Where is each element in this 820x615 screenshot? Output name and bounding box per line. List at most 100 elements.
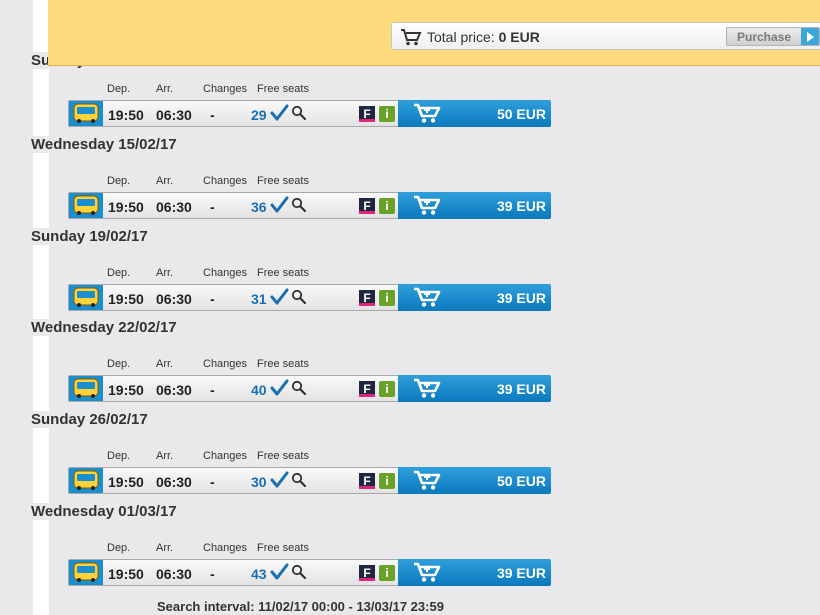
trip-price: 39 EUR: [496, 198, 546, 214]
arrival-time: 06:30: [156, 474, 192, 490]
departure-time: 19:50: [108, 199, 144, 215]
info-icon[interactable]: i: [379, 565, 395, 581]
trip-row[interactable]: 19:50 06:30 - 31 F i 39 EUR: [68, 284, 551, 311]
bus-icon: [69, 285, 103, 310]
cart-icon: [414, 103, 441, 123]
info-icon[interactable]: i: [379, 198, 395, 214]
cart-icon: [414, 562, 441, 582]
trip-price: 50 EUR: [496, 106, 546, 122]
arrival-time: 06:30: [156, 199, 192, 215]
col-dep-label: Dep.: [107, 450, 131, 462]
trip-price: 50 EUR: [496, 473, 546, 489]
arrow-right-icon: [801, 28, 819, 45]
arrival-time: 06:30: [156, 566, 192, 582]
col-arr-label: Arr.: [156, 83, 174, 95]
add-to-cart-button[interactable]: 50 EUR: [398, 467, 551, 494]
trip-price: 39 EUR: [496, 290, 546, 306]
departure-time: 19:50: [108, 566, 144, 582]
total-price: Total price: 0 EUR: [427, 29, 540, 45]
departure-time: 19:50: [108, 382, 144, 398]
search-icon[interactable]: [291, 564, 306, 579]
f-icon[interactable]: F: [359, 106, 375, 122]
info-icon[interactable]: i: [379, 106, 395, 122]
col-changes-label: Changes: [203, 450, 248, 462]
cart-icon: [414, 470, 441, 490]
add-to-cart-button[interactable]: 39 EUR: [398, 192, 551, 219]
col-dep-label: Dep.: [107, 358, 131, 370]
changes-value: -: [210, 566, 215, 582]
col-changes-label: Changes: [203, 267, 248, 279]
free-seats-value: 43: [251, 566, 267, 582]
f-icon[interactable]: F: [359, 381, 375, 397]
col-dep-label: Dep.: [107, 542, 131, 554]
col-seats-label: Free seats: [257, 83, 309, 95]
check-icon: [270, 288, 289, 305]
col-changes-label: Changes: [203, 175, 248, 187]
bus-icon: [69, 560, 103, 585]
trip-row[interactable]: 19:50 06:30 - 36 F i 39 EUR: [68, 192, 551, 219]
total-price-box: Total price: 0 EUR Purchase: [391, 22, 820, 50]
col-dep-label: Dep.: [107, 175, 131, 187]
departure-time: 19:50: [108, 291, 144, 307]
search-icon[interactable]: [291, 472, 306, 487]
search-icon[interactable]: [291, 380, 306, 395]
add-to-cart-button[interactable]: 39 EUR: [398, 284, 551, 311]
trip-row[interactable]: 19:50 06:30 - 43 F i 39 EUR: [68, 559, 551, 586]
add-to-cart-button[interactable]: 39 EUR: [398, 559, 551, 586]
date-heading: Wednesday 01/03/17: [31, 503, 181, 520]
changes-value: -: [210, 291, 215, 307]
arrival-time: 06:30: [156, 382, 192, 398]
col-seats-label: Free seats: [257, 450, 309, 462]
changes-value: -: [210, 382, 215, 398]
col-changes-label: Changes: [203, 358, 248, 370]
check-icon: [270, 196, 289, 213]
f-icon[interactable]: F: [359, 198, 375, 214]
col-seats-label: Free seats: [257, 267, 309, 279]
info-icon[interactable]: i: [379, 473, 395, 489]
purchase-label: Purchase: [737, 30, 792, 44]
trip-row[interactable]: 19:50 06:30 - 30 F i 50 EUR: [68, 467, 551, 494]
f-icon[interactable]: F: [359, 473, 375, 489]
col-seats-label: Free seats: [257, 542, 309, 554]
search-interval: Search interval: 11/02/17 00:00 - 13/03/…: [157, 599, 444, 614]
info-icon[interactable]: i: [379, 381, 395, 397]
col-arr-label: Arr.: [156, 450, 174, 462]
col-arr-label: Arr.: [156, 267, 174, 279]
info-icon[interactable]: i: [379, 290, 395, 306]
date-heading: Wednesday 22/02/17: [31, 319, 181, 336]
col-arr-label: Arr.: [156, 175, 174, 187]
trip-row[interactable]: 19:50 06:30 - 40 F i 39 EUR: [68, 375, 551, 402]
col-changes-label: Changes: [203, 542, 248, 554]
free-seats-value: 40: [251, 382, 267, 398]
free-seats-value: 31: [251, 291, 267, 307]
date-heading: Sunday 26/02/17: [31, 411, 152, 428]
free-seats-value: 29: [251, 107, 267, 123]
add-to-cart-button[interactable]: 50 EUR: [398, 100, 551, 127]
date-heading: Sunday 19/02/17: [31, 228, 152, 245]
check-icon: [270, 104, 289, 121]
bus-icon: [69, 193, 103, 218]
arrival-time: 06:30: [156, 107, 192, 123]
cart-icon: [414, 378, 441, 398]
date-heading: Wednesday 15/02/17: [31, 136, 181, 153]
add-to-cart-button[interactable]: 39 EUR: [398, 375, 551, 402]
departure-time: 19:50: [108, 474, 144, 490]
changes-value: -: [210, 107, 215, 123]
f-icon[interactable]: F: [359, 290, 375, 306]
cart-icon: [401, 29, 422, 46]
trip-row[interactable]: 19:50 06:30 - 29 F i 50 EUR: [68, 100, 551, 127]
departure-time: 19:50: [108, 107, 144, 123]
check-icon: [270, 563, 289, 580]
bus-icon: [69, 376, 103, 401]
bus-icon: [69, 468, 103, 493]
search-icon[interactable]: [291, 105, 306, 120]
changes-value: -: [210, 474, 215, 490]
purchase-button[interactable]: Purchase: [726, 27, 820, 46]
search-icon[interactable]: [291, 197, 306, 212]
free-seats-value: 36: [251, 199, 267, 215]
trip-price: 39 EUR: [496, 381, 546, 397]
search-icon[interactable]: [291, 289, 306, 304]
total-price-value: 0 EUR: [498, 29, 540, 45]
left-strip: [33, 0, 49, 615]
f-icon[interactable]: F: [359, 565, 375, 581]
